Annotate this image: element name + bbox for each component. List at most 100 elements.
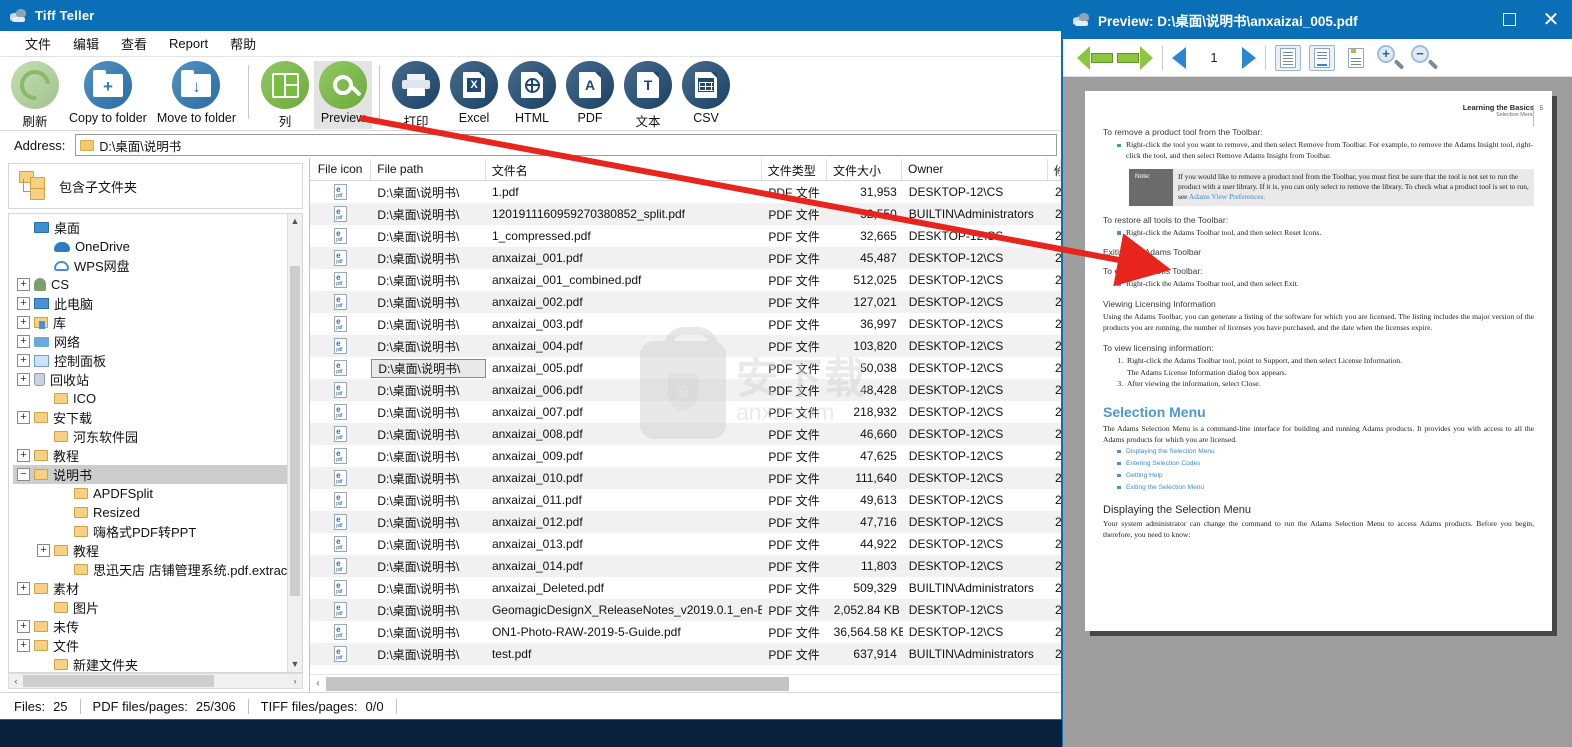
column-header-file-path[interactable]: File path	[371, 159, 486, 180]
tree-item-23[interactable]: 新建文件夹	[13, 655, 287, 672]
scroll-up-icon[interactable]: ▲	[288, 214, 302, 229]
tree-item-12[interactable]: + 教程	[13, 446, 287, 465]
hscroll-track[interactable]	[23, 675, 288, 687]
toolbar-button-print[interactable]: 打印	[387, 61, 445, 129]
tree-item-6[interactable]: + 网络	[13, 332, 287, 351]
tree-item-19[interactable]: + 素材	[13, 579, 287, 598]
table-row[interactable]: D:\桌面\说明书\ anxaizai_012.pdf PDF 文件 47,716 DE…	[310, 511, 1061, 533]
doc-link-3[interactable]: Exiting the Selection Menu	[1117, 484, 1534, 493]
tree-item-15[interactable]: Resized	[13, 503, 287, 522]
table-row[interactable]: D:\桌面\说明书\ anxaizai_003.pdf PDF 文件 36,997 DE…	[310, 313, 1061, 335]
expand-icon[interactable]: +	[17, 354, 30, 367]
toolbar-button-csv[interactable]: CSV	[677, 61, 735, 129]
expand-icon[interactable]: +	[17, 639, 30, 652]
expand-icon[interactable]: +	[17, 449, 30, 462]
doc-link-0[interactable]: Displaying the Selection Menu	[1117, 448, 1534, 457]
tree-item-16[interactable]: 嗨格式PDF转PPT	[13, 522, 287, 541]
tree-item-3[interactable]: + CS	[13, 275, 287, 294]
toolbar-button-html[interactable]: HTML	[503, 61, 561, 129]
column-header-file-type[interactable]: 文件类型	[762, 159, 827, 180]
table-row[interactable]: D:\桌面\说明书\ anxaizai_007.pdf PDF 文件 218,932 D…	[310, 401, 1061, 423]
zoom-in-icon[interactable]: +	[1377, 44, 1405, 71]
expand-icon[interactable]: +	[17, 373, 30, 386]
triangle-left-icon[interactable]	[1172, 46, 1186, 69]
tree-item-9[interactable]: ICO	[13, 389, 287, 408]
table-row[interactable]: D:\桌面\说明书\ anxaizai_004.pdf PDF 文件 103,820 D…	[310, 335, 1061, 357]
column-header-modified-date[interactable]: 修改日	[1048, 159, 1061, 180]
table-row[interactable]: D:\桌面\说明书\ anxaizai_008.pdf PDF 文件 46,660 DE…	[310, 423, 1061, 445]
expand-icon[interactable]: +	[17, 297, 30, 310]
maximize-button[interactable]	[1488, 0, 1530, 39]
tree-item-2[interactable]: WPS网盘	[13, 256, 287, 275]
menu-item-report[interactable]: Report	[158, 33, 219, 54]
column-header-file-owner[interactable]: Owner	[902, 159, 1048, 180]
scroll-right-icon[interactable]: ›	[288, 676, 302, 686]
expand-icon[interactable]: +	[37, 544, 50, 557]
collapse-icon[interactable]: −	[17, 468, 30, 481]
table-row[interactable]: D:\桌面\说明书\ anxaizai_014.pdf PDF 文件 11,803 DE…	[310, 555, 1061, 577]
doc-note-link[interactable]: Adams View Preferences.	[1189, 192, 1265, 201]
scroll-left-icon[interactable]: ‹	[310, 678, 326, 689]
arrow-right-big-icon[interactable]	[1115, 45, 1153, 71]
folder-tree[interactable]: 桌面 OneDrive WPS网盘 + CS + 此电脑 + 库 + 网络 + 控制面板 + 回收站 ICO +…	[9, 214, 287, 672]
tree-item-22[interactable]: + 文件	[13, 636, 287, 655]
table-row[interactable]: D:\桌面\说明书\ anxaizai_005.pdf PDF 文件 50,038 DE…	[310, 357, 1061, 379]
tree-item-21[interactable]: + 未传	[13, 617, 287, 636]
table-row[interactable]: D:\桌面\说明书\ anxaizai_001_combined.pdf PDF 文…	[310, 269, 1061, 291]
doc-link-2[interactable]: Getting Help	[1117, 472, 1534, 481]
doc-link-1[interactable]: Entering Selection Codes	[1117, 460, 1534, 469]
hscroll-track[interactable]	[326, 676, 1061, 691]
toolbar-button-preview[interactable]: Preview	[314, 61, 373, 129]
page-layout-icon[interactable]	[1343, 45, 1369, 71]
table-row[interactable]: D:\桌面\说明书\ anxaizai_006.pdf PDF 文件 48,428 DE…	[310, 379, 1061, 401]
tree-item-13[interactable]: − 说明书	[13, 465, 287, 484]
triangle-right-icon[interactable]	[1242, 46, 1256, 69]
hscroll-thumb[interactable]	[326, 676, 790, 691]
tree-item-0[interactable]: 桌面	[13, 218, 287, 237]
file-table-body[interactable]: 安 安下载 anxz.com D:\桌面\说明书\1.pdfPDF 文件31,9…	[310, 181, 1061, 674]
expand-icon[interactable]: +	[17, 278, 30, 291]
folder-tree-vscrollbar[interactable]: ▲ ▼	[287, 214, 302, 672]
include-subfolders-row[interactable]: 包含子文件夹	[8, 163, 303, 209]
column-header-file-size[interactable]: 文件大小	[827, 159, 903, 180]
address-input[interactable]: D:\桌面\说明书	[75, 134, 1057, 156]
menu-item-edit[interactable]: 编辑	[62, 31, 110, 56]
preview-canvas[interactable]: Learning the Basics Selection Menu 5 To …	[1063, 77, 1572, 747]
expand-icon[interactable]: +	[17, 411, 30, 424]
table-row[interactable]: D:\桌面\说明书\ anxaizai_Deleted.pdf PDF 文件 509,…	[310, 577, 1061, 599]
table-row[interactable]: D:\桌面\说明书\ anxaizai_009.pdf PDF 文件 47,625 DE…	[310, 445, 1061, 467]
table-row[interactable]: D:\桌面\说明书\ ON1-Photo-RAW-2019-5-Guide.pdf…	[310, 621, 1061, 643]
doc-link-list[interactable]: Displaying the Selection Menu Entering Se…	[1117, 448, 1534, 493]
file-table-header[interactable]: File iconFile path文件名文件类型文件大小Owner修改日	[310, 159, 1061, 181]
file-list-hscrollbar[interactable]: ‹	[310, 674, 1061, 692]
column-header-file-name[interactable]: 文件名	[486, 159, 762, 180]
table-row[interactable]: D:\桌面\说明书\ 1_compressed.pdf PDF 文件 32,665 DE…	[310, 225, 1061, 247]
toolbar-button-columns[interactable]: 列	[256, 61, 314, 129]
hscroll-thumb[interactable]	[23, 675, 214, 687]
table-row[interactable]: D:\桌面\说明书\ 1.pdf PDF 文件 31,953 DESKTOP-12\CS…	[310, 181, 1061, 203]
tree-item-20[interactable]: 图片	[13, 598, 287, 617]
scroll-left-icon[interactable]: ‹	[9, 676, 23, 686]
expand-icon[interactable]: +	[17, 335, 30, 348]
tree-item-11[interactable]: 河东软件园	[13, 427, 287, 446]
toolbar-button-refresh[interactable]: 刷新	[6, 61, 64, 129]
toolbar-button-excel[interactable]: X Excel	[445, 61, 503, 129]
fit-width-icon[interactable]	[1309, 44, 1335, 71]
expand-icon[interactable]: +	[17, 620, 30, 633]
tree-item-10[interactable]: + 安下载	[13, 408, 287, 427]
tree-item-1[interactable]: OneDrive	[13, 237, 287, 256]
zoom-out-icon[interactable]: −	[1411, 44, 1439, 71]
tree-item-5[interactable]: + 库	[13, 313, 287, 332]
toolbar-button-copy-to-folder[interactable]: + Copy to folder	[64, 61, 152, 129]
arrow-left-big-icon[interactable]	[1077, 45, 1115, 71]
scroll-thumb[interactable]	[290, 266, 300, 596]
column-header-file-icon[interactable]: File icon	[310, 159, 372, 180]
fit-page-icon[interactable]	[1275, 44, 1301, 71]
table-row[interactable]: D:\桌面\说明书\ anxaizai_011.pdf PDF 文件 49,613 DE…	[310, 489, 1061, 511]
tree-item-14[interactable]: APDFSplit	[13, 484, 287, 503]
scroll-down-icon[interactable]: ▼	[288, 657, 302, 672]
table-row[interactable]: D:\桌面\说明书\ anxaizai_002.pdf PDF 文件 127,021 D…	[310, 291, 1061, 313]
toolbar-button-text[interactable]: T 文本	[619, 61, 677, 129]
folder-tree-hscrollbar[interactable]: ‹ ›	[8, 673, 303, 689]
table-row[interactable]: D:\桌面\说明书\ anxaizai_001.pdf PDF 文件 45,487 DE…	[310, 247, 1061, 269]
